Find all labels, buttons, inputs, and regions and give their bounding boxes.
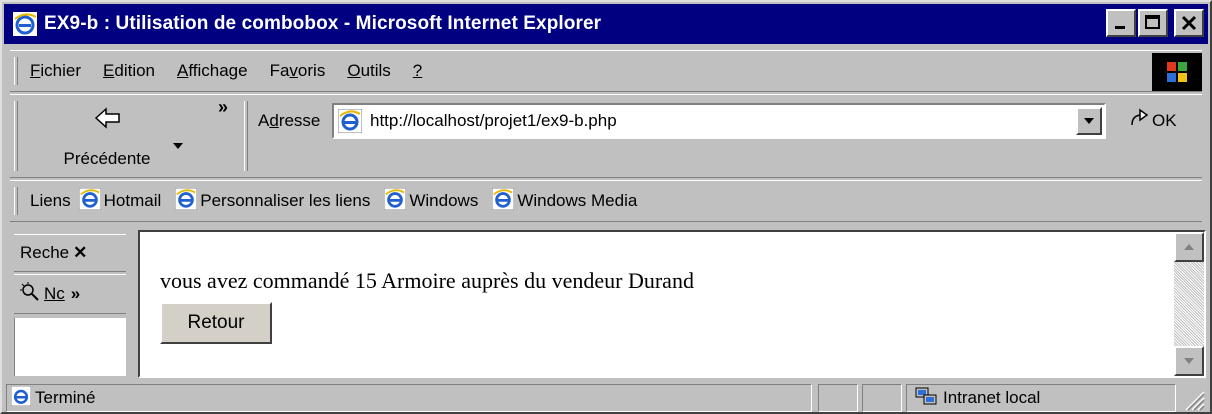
menu-bar-grip[interactable] xyxy=(14,57,18,85)
title-bar[interactable]: EX9-b : Utilisation de combobox - Micros… xyxy=(4,4,1208,44)
link-label: Windows xyxy=(409,191,479,210)
link-item[interactable]: Windows Media xyxy=(491,187,638,215)
minimize-button[interactable] xyxy=(1106,9,1136,37)
link-label: Windows Media xyxy=(517,191,638,210)
browser-window: EX9-b : Utilisation de combobox - Micros… xyxy=(0,0,1212,414)
address-bar: Adresse http://localhost/projet1/ex9-b.p… xyxy=(244,95,1202,177)
back-arrow-icon xyxy=(94,107,122,134)
ie-page-icon xyxy=(78,187,102,215)
new-search-button[interactable]: Nc » xyxy=(14,274,126,314)
chevron-down-icon xyxy=(1084,118,1094,124)
toolbar-grip[interactable] xyxy=(14,101,18,171)
ie-icon xyxy=(12,11,38,37)
explorer-body xyxy=(14,318,126,376)
status-bar: Terminé Intranet local xyxy=(6,382,1208,414)
back-button[interactable]: Précédente xyxy=(42,103,172,173)
link-label: Hotmail xyxy=(103,191,162,210)
ie-page-icon xyxy=(383,187,407,215)
new-search-label: Nc xyxy=(44,284,65,303)
menu-item[interactable]: Outils xyxy=(347,61,390,81)
links-label: Liens xyxy=(30,191,71,210)
standard-buttons: Précédente » xyxy=(14,95,240,177)
close-icon xyxy=(1176,11,1202,35)
order-message: vous avez commandé 15 Armoire auprès du … xyxy=(160,268,694,293)
close-icon[interactable]: ✕ xyxy=(73,243,87,263)
address-input[interactable]: http://localhost/projet1/ex9-b.php xyxy=(332,103,1106,139)
address-bar-grip[interactable] xyxy=(244,101,248,171)
status-pane-progress xyxy=(818,384,858,412)
address-label: Adresse xyxy=(258,111,321,130)
minimize-icon xyxy=(1108,11,1134,35)
window-title: EX9-b : Utilisation de combobox - Micros… xyxy=(44,13,602,34)
scroll-up-button[interactable] xyxy=(1174,232,1204,262)
go-label: OK xyxy=(1152,110,1177,130)
chevron-down-icon xyxy=(1184,358,1194,364)
more-buttons-chevron[interactable]: » xyxy=(218,97,228,118)
status-zone-pane[interactable]: Intranet local xyxy=(906,384,1176,412)
search-pane-tab[interactable]: Reche ✕ xyxy=(14,234,126,272)
maximize-button[interactable] xyxy=(1138,9,1168,37)
navigation-toolbar: Précédente » Adresse http://localhost/pr… xyxy=(10,94,1202,178)
ie-page-icon xyxy=(491,187,515,215)
vertical-scrollbar[interactable] xyxy=(1174,232,1204,376)
link-item[interactable]: Hotmail xyxy=(78,187,162,215)
address-url: http://localhost/projet1/ex9-b.php xyxy=(370,111,617,130)
resize-grip[interactable] xyxy=(1178,386,1206,412)
intranet-zone-icon xyxy=(915,386,937,411)
close-button[interactable] xyxy=(1174,9,1204,37)
zone-label: Intranet local xyxy=(943,388,1041,407)
status-pane-security xyxy=(862,384,902,412)
go-arrow-icon xyxy=(1128,107,1150,134)
ie-page-icon xyxy=(174,187,198,215)
explorer-bar: Reche ✕ Nc » xyxy=(10,230,130,378)
address-dropdown-button[interactable] xyxy=(1076,107,1102,135)
menu-item[interactable]: Affichage xyxy=(177,61,248,81)
menu-item[interactable]: Edition xyxy=(103,61,155,81)
menu-bar: Fichier Edition Affichage Favoris Outils? xyxy=(10,50,1202,92)
chevron-up-icon xyxy=(1184,244,1194,250)
return-button[interactable]: Retour xyxy=(160,302,272,344)
page-icon xyxy=(10,385,32,411)
menu-item[interactable]: Fichier xyxy=(30,61,81,81)
menu-item[interactable]: Favoris xyxy=(270,61,326,81)
page-content: vous avez commandé 15 Armoire auprès du … xyxy=(138,230,1206,378)
link-item[interactable]: Personnaliser les liens xyxy=(174,187,371,215)
go-button[interactable]: OK xyxy=(1128,107,1177,134)
menu-item[interactable]: ? xyxy=(413,61,422,81)
search-icon xyxy=(20,281,40,307)
maximize-icon xyxy=(1140,11,1166,35)
links-bar: Liens Hotmail Personnaliser les liens Wind… xyxy=(10,180,1202,222)
status-text-pane: Terminé xyxy=(6,384,812,412)
scroll-down-button[interactable] xyxy=(1174,346,1204,376)
back-label: Précédente xyxy=(63,149,151,168)
link-label: Personnaliser les liens xyxy=(200,191,371,210)
links-bar-grip[interactable] xyxy=(14,187,18,215)
more-chevron[interactable]: » xyxy=(71,284,80,304)
page-icon xyxy=(337,108,363,138)
windows-logo-icon xyxy=(1152,53,1202,91)
link-item[interactable]: Windows xyxy=(383,187,479,215)
status-text: Terminé xyxy=(35,388,96,407)
chevron-down-icon[interactable] xyxy=(172,135,184,155)
search-pane-label: Reche xyxy=(20,243,70,262)
